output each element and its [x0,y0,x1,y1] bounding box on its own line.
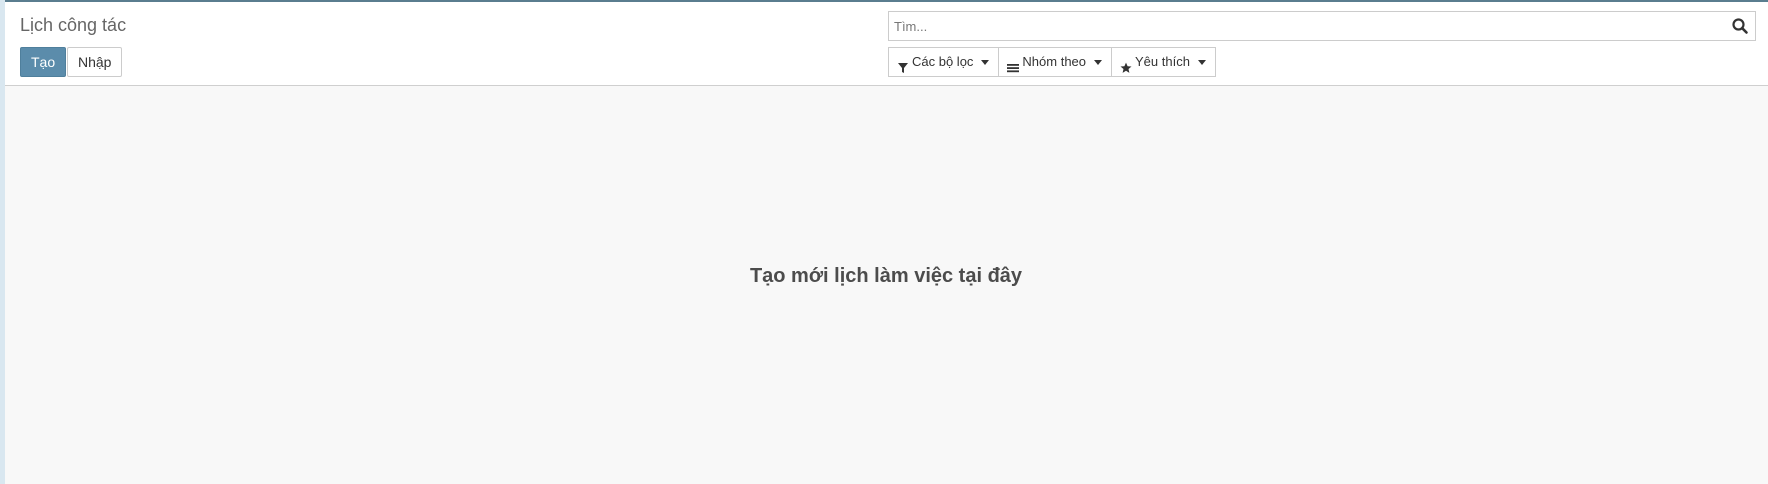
chevron-down-icon [981,60,990,65]
search-input[interactable] [894,15,1714,37]
search-icon[interactable] [1731,17,1749,35]
import-button[interactable]: Nhập [67,47,123,77]
favorites-dropdown-button[interactable]: Yêu thích [1111,47,1216,77]
create-button[interactable]: Tạo [20,47,67,77]
groupby-label: Nhóm theo [1022,54,1087,69]
chevron-down-icon [1094,60,1103,65]
star-icon [1120,56,1132,73]
search-box [888,11,1756,41]
search-options-group: Các bộ lọc Nhóm theo Yêu thích [888,47,1216,77]
empty-state-message: Tạo mới lịch làm việc tại đây [0,264,1768,288]
filters-label: Các bộ lọc [912,54,974,69]
bars-icon [1007,56,1020,73]
filters-dropdown-button[interactable]: Các bộ lọc [888,47,1000,77]
funnel-icon [897,56,909,73]
empty-state-text: Tạo mới lịch làm việc tại đây [749,265,1023,287]
chevron-down-icon [1197,60,1206,65]
favorites-label: Yêu thích [1135,54,1190,69]
app-window: Lịch công tác Tạo Nhập Các bộ lọc [0,0,1768,484]
control-panel: Lịch công tác Tạo Nhập Các bộ lọc [5,2,1768,86]
breadcrumb[interactable]: Lịch công tác [20,14,126,36]
groupby-dropdown-button[interactable]: Nhóm theo [998,47,1113,77]
